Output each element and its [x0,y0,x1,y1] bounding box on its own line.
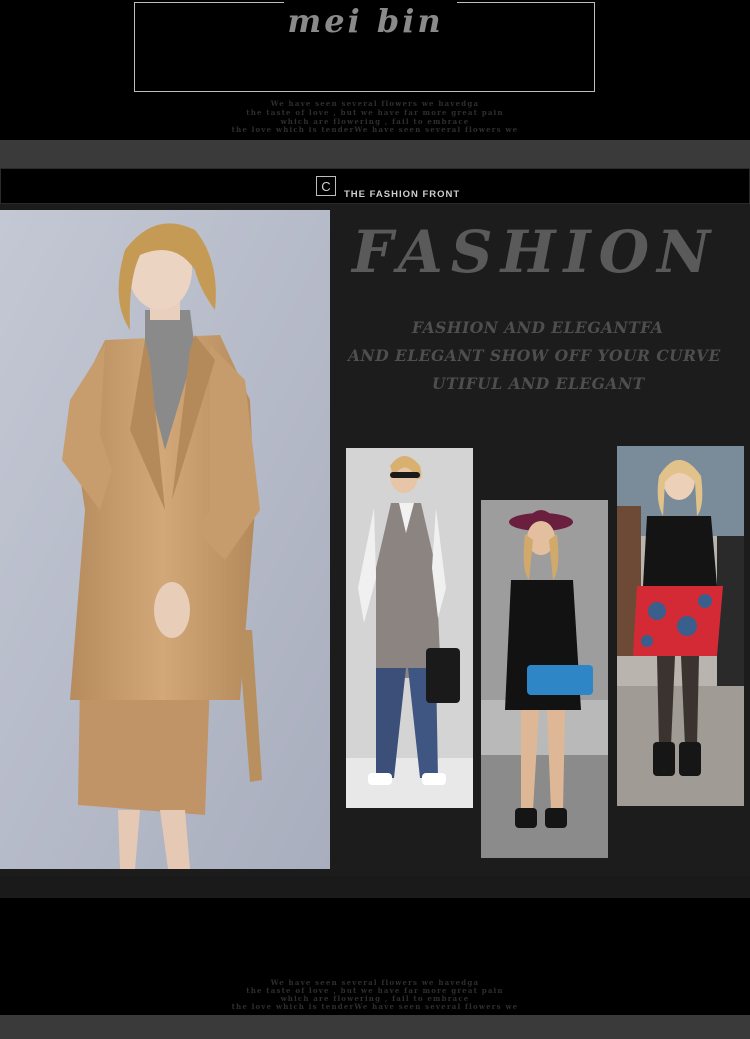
brand-logo: mei bin [287,2,444,40]
footer-tagline-4: the love which is tenderWe have seen sev… [231,1002,519,1011]
divider-bar-top [0,140,750,168]
model-photo-coat [0,210,330,869]
model-photo-black-dress [481,500,608,858]
section-badge: C [316,176,336,196]
divider-bar-bottom [0,1015,750,1039]
hero-line-3: UTIFUL AND ELEGANT [432,374,645,393]
brand-frame: mei bin [134,2,595,92]
header-tagline-2: the taste of love , but we have far more… [246,108,504,117]
section-title: THE FASHION FRONT [344,189,461,200]
header-tagline-4: the love which is tenderWe have seen sev… [231,125,519,134]
hero-title: FASHION [352,218,719,286]
model-photo-floral-skirt [617,446,744,806]
header-tagline-1: We have seen several flowers we havedga [270,99,480,108]
divider-bar-mid [0,876,750,898]
hero-line-1: FASHION AND ELEGANTFA [412,318,664,337]
hero-line-2: AND ELEGANT SHOW OFF YOUR CURVE [348,346,721,365]
model-photo-vest [346,448,473,808]
